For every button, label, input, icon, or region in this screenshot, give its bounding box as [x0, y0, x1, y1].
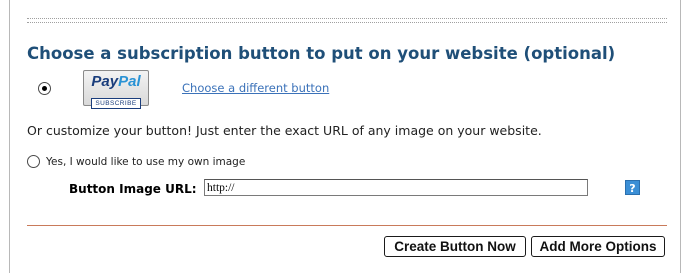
customize-instructions: Or customize your button! Just enter the…	[27, 123, 542, 138]
choose-different-button-link[interactable]: Choose a different button	[182, 81, 329, 95]
button-image-url-input[interactable]	[204, 179, 588, 196]
paypal-subscribe-button-image: PayPal SUBSCRIBE	[83, 70, 149, 109]
paypal-button-radio[interactable]	[38, 82, 51, 95]
add-more-options-button[interactable]: Add More Options	[531, 236, 665, 257]
subscribe-label: SUBSCRIBE	[91, 98, 141, 109]
button-image-url-label: Button Image URL:	[69, 182, 197, 196]
own-image-radio[interactable]	[27, 155, 40, 168]
bottom-divider	[27, 225, 667, 226]
top-divider	[27, 18, 667, 23]
paypal-logo: PayPal	[91, 73, 141, 90]
help-icon[interactable]: ?	[625, 180, 640, 195]
own-image-radio-label: Yes, I would like to use my own image	[46, 156, 246, 168]
create-button-now-button[interactable]: Create Button Now	[384, 236, 526, 257]
section-heading: Choose a subscription button to put on y…	[27, 44, 616, 63]
